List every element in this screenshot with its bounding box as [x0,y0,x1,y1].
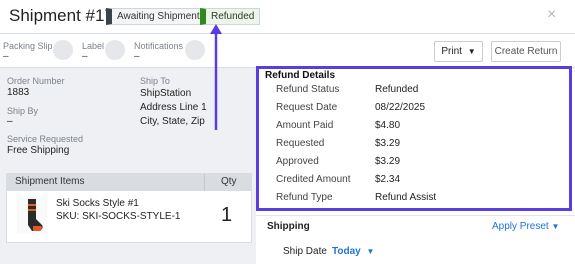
annotation-arrow [210,24,222,130]
